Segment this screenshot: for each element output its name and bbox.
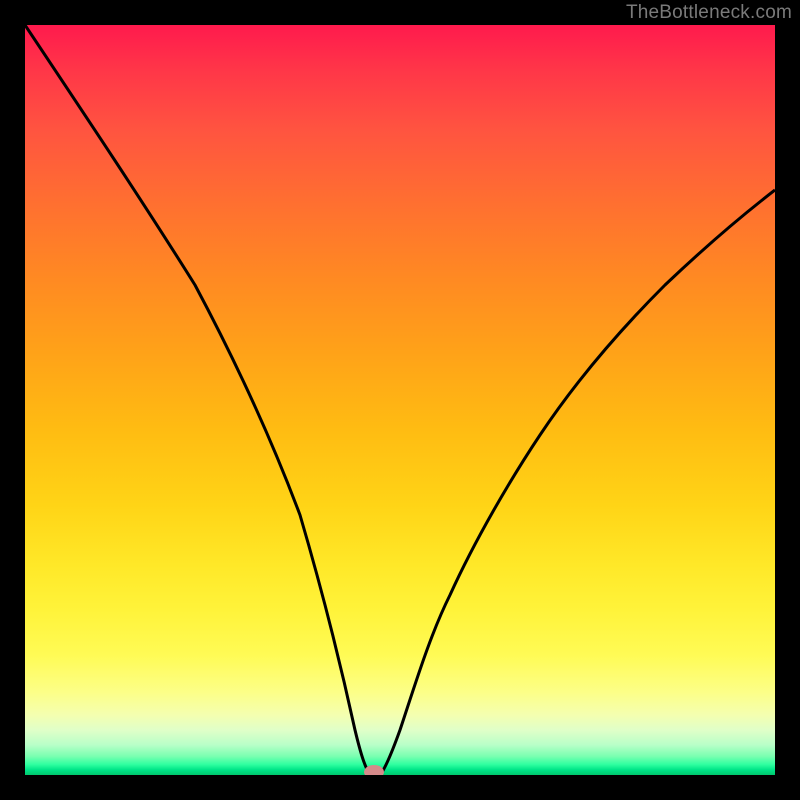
curve-layer [25, 25, 775, 775]
plot-area [25, 25, 775, 775]
chart-frame: TheBottleneck.com [0, 0, 800, 800]
watermark-text: TheBottleneck.com [626, 2, 792, 24]
bottleneck-curve [25, 25, 775, 775]
